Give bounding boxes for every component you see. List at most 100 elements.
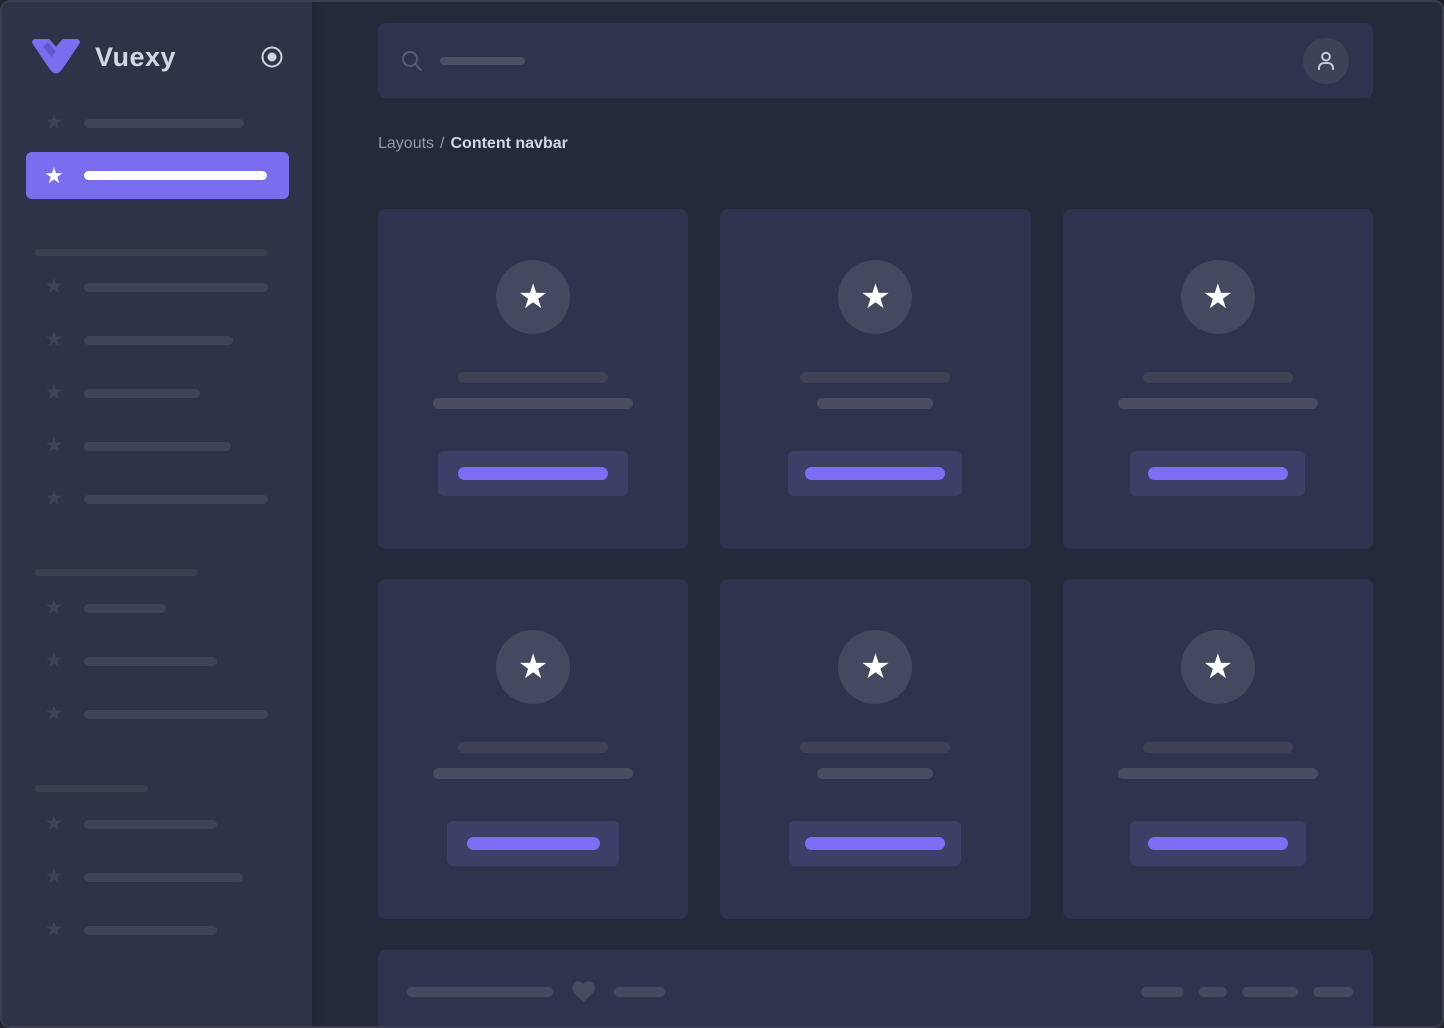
menu-label-skeleton bbox=[84, 820, 217, 829]
button-label-skeleton bbox=[1148, 467, 1288, 480]
star-icon: ★ bbox=[42, 328, 66, 352]
menu-label-skeleton bbox=[84, 336, 233, 345]
text-line-skeleton bbox=[1118, 398, 1318, 409]
star-avatar: ★ bbox=[1181, 630, 1255, 704]
star-icon: ★ bbox=[42, 164, 66, 188]
heart-icon[interactable] bbox=[570, 978, 597, 1005]
vuexy-logo-icon bbox=[30, 37, 82, 77]
top-navbar bbox=[378, 23, 1373, 98]
menu-label-skeleton bbox=[84, 171, 267, 180]
card: ★ bbox=[378, 209, 688, 549]
card-action-button[interactable] bbox=[1130, 451, 1305, 496]
star-avatar: ★ bbox=[838, 630, 912, 704]
star-icon: ★ bbox=[42, 702, 66, 726]
sidebar-menu-item-active[interactable]: ★ bbox=[26, 152, 289, 199]
breadcrumb-separator: / bbox=[440, 135, 444, 152]
breadcrumb-parent[interactable]: Layouts bbox=[378, 135, 434, 152]
text-line-skeleton bbox=[433, 398, 633, 409]
footer-card bbox=[378, 950, 1373, 1026]
text-line-skeleton bbox=[614, 987, 665, 997]
button-label-skeleton bbox=[1148, 837, 1288, 850]
search-input[interactable] bbox=[400, 49, 1303, 73]
footer-actions-skeleton bbox=[1141, 987, 1353, 997]
menu-label-skeleton bbox=[84, 442, 231, 451]
chip-skeleton bbox=[1313, 987, 1353, 997]
star-icon: ★ bbox=[860, 280, 890, 314]
sidebar-menu-item[interactable]: ★ bbox=[2, 381, 312, 405]
footer-card-row bbox=[407, 978, 1353, 1005]
menu-label-skeleton bbox=[84, 873, 243, 882]
card: ★ bbox=[378, 579, 688, 919]
sidebar-menu-item[interactable]: ★ bbox=[2, 812, 312, 836]
menu-section-header-skeleton bbox=[35, 569, 198, 576]
sidebar-menu-item[interactable]: ★ bbox=[2, 111, 312, 135]
chip-skeleton bbox=[1242, 987, 1298, 997]
star-avatar: ★ bbox=[838, 260, 912, 334]
text-line-skeleton bbox=[458, 742, 608, 753]
search-placeholder-skeleton bbox=[440, 57, 525, 65]
card-action-button[interactable] bbox=[1130, 821, 1306, 866]
star-icon: ★ bbox=[860, 650, 890, 684]
star-icon: ★ bbox=[518, 280, 548, 314]
star-icon: ★ bbox=[42, 111, 66, 135]
sidebar-pin-toggle[interactable] bbox=[258, 43, 286, 71]
sidebar-menu-item[interactable]: ★ bbox=[2, 487, 312, 511]
card-action-button[interactable] bbox=[447, 821, 619, 866]
radio-circle-icon bbox=[259, 44, 285, 70]
chip-skeleton bbox=[1199, 987, 1227, 997]
sidebar-menu-item[interactable]: ★ bbox=[2, 918, 312, 942]
sidebar-menu-item[interactable]: ★ bbox=[2, 596, 312, 620]
star-avatar: ★ bbox=[496, 630, 570, 704]
star-icon: ★ bbox=[518, 650, 548, 684]
sidebar-menu-item[interactable]: ★ bbox=[2, 275, 312, 299]
person-icon bbox=[1313, 48, 1339, 74]
menu-label-skeleton bbox=[84, 495, 268, 504]
star-icon: ★ bbox=[1203, 280, 1233, 314]
star-avatar: ★ bbox=[1181, 260, 1255, 334]
breadcrumb-current: Content navbar bbox=[451, 135, 568, 152]
card: ★ bbox=[1063, 579, 1373, 919]
menu-label-skeleton bbox=[84, 283, 268, 292]
text-line-skeleton bbox=[1143, 372, 1293, 383]
sidebar: Vuexy ★ ★ ★ bbox=[2, 2, 312, 1026]
star-avatar: ★ bbox=[496, 260, 570, 334]
card-action-button[interactable] bbox=[438, 451, 628, 496]
text-line-skeleton bbox=[817, 768, 933, 779]
button-label-skeleton bbox=[805, 467, 945, 480]
sidebar-menu-item[interactable]: ★ bbox=[2, 649, 312, 673]
card: ★ bbox=[720, 579, 1030, 919]
button-label-skeleton bbox=[458, 467, 608, 480]
sidebar-menu-item[interactable]: ★ bbox=[2, 865, 312, 889]
menu-section-header-skeleton bbox=[35, 249, 267, 256]
sidebar-menu: ★ ★ ★ ★ ★ ★ bbox=[2, 111, 312, 942]
sidebar-menu-item[interactable]: ★ bbox=[2, 702, 312, 726]
menu-label-skeleton bbox=[84, 926, 217, 935]
card-action-button[interactable] bbox=[789, 821, 961, 866]
chip-skeleton bbox=[1141, 987, 1184, 997]
star-icon: ★ bbox=[1203, 650, 1233, 684]
sidebar-menu-item[interactable]: ★ bbox=[2, 434, 312, 458]
star-icon: ★ bbox=[42, 434, 66, 458]
sidebar-header: Vuexy bbox=[2, 2, 312, 86]
app-window: Vuexy ★ ★ ★ bbox=[0, 0, 1444, 1028]
sidebar-menu-item[interactable]: ★ bbox=[2, 328, 312, 352]
text-line-skeleton bbox=[1118, 768, 1318, 779]
text-line-skeleton bbox=[1143, 742, 1293, 753]
star-icon: ★ bbox=[42, 275, 66, 299]
text-line-skeleton bbox=[407, 987, 553, 997]
menu-section-header-skeleton bbox=[35, 785, 148, 792]
card-action-button[interactable] bbox=[788, 451, 962, 496]
user-avatar[interactable] bbox=[1303, 38, 1349, 84]
star-icon: ★ bbox=[42, 649, 66, 673]
brand-title: Vuexy bbox=[95, 42, 176, 73]
text-line-skeleton bbox=[817, 398, 933, 409]
star-icon: ★ bbox=[42, 918, 66, 942]
card-grid: ★ ★ ★ bbox=[378, 209, 1373, 919]
star-icon: ★ bbox=[42, 596, 66, 620]
breadcrumb: Layouts / Content navbar bbox=[378, 134, 1373, 154]
button-label-skeleton bbox=[467, 837, 600, 850]
text-line-skeleton bbox=[800, 742, 950, 753]
card: ★ bbox=[720, 209, 1030, 549]
search-icon bbox=[400, 49, 424, 73]
star-icon: ★ bbox=[42, 812, 66, 836]
